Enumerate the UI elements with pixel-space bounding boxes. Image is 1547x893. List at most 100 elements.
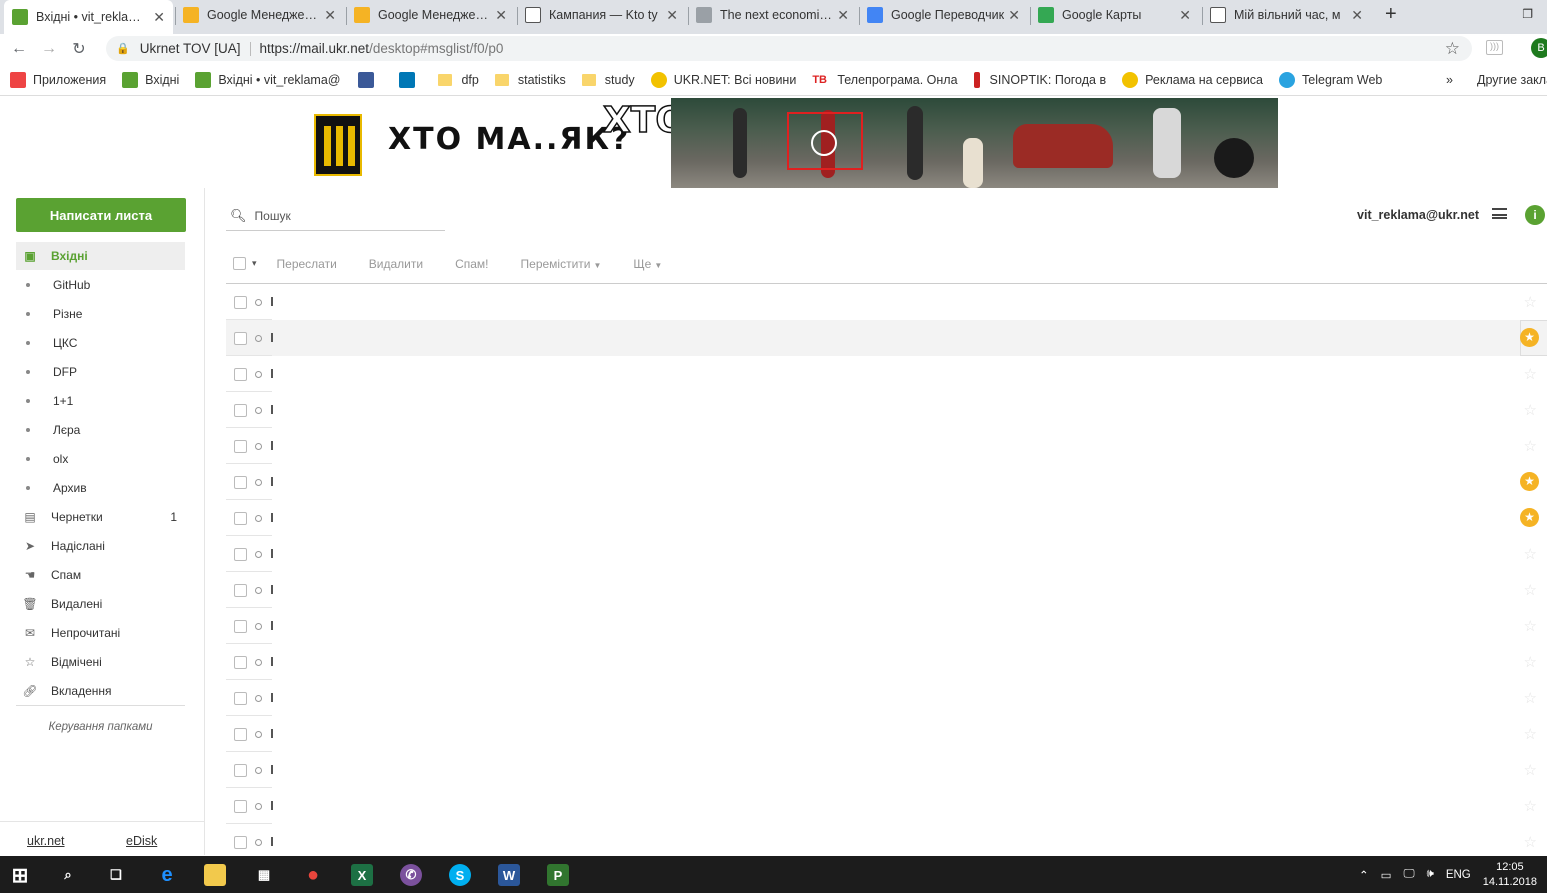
message-row[interactable]: ☆ [226, 284, 1547, 320]
message-row[interactable]: ★ [226, 500, 1547, 536]
message-checkbox[interactable] [234, 512, 247, 525]
message-row[interactable]: ☆ [226, 824, 1547, 860]
compose-button[interactable]: Написати листа [16, 198, 186, 232]
starred-icon[interactable]: ★ [1520, 472, 1539, 491]
bookmark-item[interactable]: dfp [438, 73, 479, 87]
message-checkbox[interactable] [234, 476, 247, 489]
message-row[interactable]: ☆ [226, 752, 1547, 788]
folder-різне[interactable]: Різне [16, 300, 185, 328]
star-icon[interactable]: ☆ [1524, 581, 1537, 599]
action-more-button[interactable]: Ще ▼ [633, 257, 662, 271]
volume-icon[interactable]: 🕪︎ [1427, 868, 1434, 881]
viber-icon[interactable]: ✆ [400, 864, 422, 886]
ukrnet-link[interactable]: ukr.net [27, 834, 65, 848]
message-checkbox[interactable] [234, 764, 247, 777]
bookmark-item[interactable]: study [581, 73, 635, 87]
folder-вкладення[interactable]: 🔗︎ Вкладення [16, 677, 185, 705]
message-checkbox[interactable] [234, 692, 247, 705]
tab-close-icon[interactable]: ✕ [1179, 7, 1191, 24]
excel-icon[interactable]: X [351, 864, 373, 886]
message-row[interactable]: ☆ [226, 356, 1547, 392]
read-status-icon[interactable] [255, 839, 262, 846]
message-row[interactable]: ☆ [226, 716, 1547, 752]
rss-icon[interactable]: ))) [1486, 40, 1503, 55]
message-checkbox[interactable] [234, 728, 247, 741]
back-icon[interactable]: ← [8, 40, 30, 58]
read-status-icon[interactable] [255, 299, 262, 306]
tab-close-icon[interactable]: ✕ [324, 7, 336, 24]
bookmark-item[interactable]: UKR.NET: Всі новини [650, 71, 796, 88]
star-icon[interactable]: ☆ [1524, 797, 1537, 815]
message-checkbox[interactable] [234, 548, 247, 561]
message-row[interactable]: ☆ [226, 680, 1547, 716]
search-box[interactable]: 🔍︎ Пошук [226, 202, 445, 231]
read-status-icon[interactable] [255, 515, 262, 522]
message-row[interactable]: ☆ [226, 572, 1547, 608]
folder-dfp[interactable]: DFP [16, 358, 185, 386]
bookmark-item[interactable]: statistiks [494, 73, 566, 87]
tab-close-icon[interactable]: ✕ [495, 7, 507, 24]
read-status-icon[interactable] [255, 443, 262, 450]
folder-спам[interactable]: ☚ Спам [16, 561, 185, 589]
profile-avatar[interactable]: B [1531, 38, 1547, 58]
action-move-button[interactable]: Перемістити ▼ [521, 257, 602, 271]
browser-tab[interactable]: Вхідні • vit_reklama@ ✕ [4, 0, 173, 34]
tab-close-icon[interactable]: ✕ [837, 7, 849, 24]
star-icon[interactable]: ☆ [1524, 365, 1537, 383]
starred-icon[interactable]: ★ [1520, 508, 1539, 527]
action-forward-button[interactable]: Переслати [277, 257, 337, 271]
read-status-icon[interactable] [255, 803, 262, 810]
edge-icon[interactable]: e [156, 864, 178, 886]
word-icon[interactable]: W [498, 864, 520, 886]
star-icon[interactable]: ☆ [1524, 761, 1537, 779]
read-status-icon[interactable] [255, 551, 262, 558]
bookmark-item[interactable]: SINOPTIK: Погода в [973, 71, 1106, 88]
message-row[interactable]: ☆ [226, 788, 1547, 824]
read-status-icon[interactable] [255, 767, 262, 774]
message-row[interactable]: ☆ [226, 644, 1547, 680]
message-checkbox[interactable] [234, 440, 247, 453]
battery-icon[interactable]: ▭ [1381, 868, 1392, 882]
starred-icon[interactable]: ★ [1520, 328, 1539, 347]
select-dropdown-icon[interactable]: ▾ [252, 258, 257, 269]
bookmarks-overflow-button[interactable]: » [1446, 73, 1453, 87]
folder-відмічені[interactable]: ☆ Відмічені [16, 648, 185, 676]
star-icon[interactable]: ☆ [1524, 653, 1537, 671]
browser-tab[interactable]: The next economic c ✕ [688, 0, 857, 30]
message-row[interactable]: ☆ [226, 536, 1547, 572]
ad-banner[interactable]: ХТО МА..ЯК? ХТО ТИ? [298, 98, 1278, 188]
file-explorer-icon[interactable] [204, 864, 226, 886]
bookmark-item[interactable]: Реклама на сервиса [1122, 71, 1263, 88]
bookmark-item[interactable]: Приложения [10, 71, 106, 88]
project-icon[interactable]: P [547, 864, 569, 886]
folder-лєра[interactable]: Лєра [16, 416, 185, 444]
bookmark-item[interactable] [358, 71, 381, 88]
bookmark-item[interactable]: Вхідні [122, 71, 179, 88]
read-status-icon[interactable] [255, 623, 262, 630]
bookmark-item[interactable]: Telegram Web [1279, 71, 1382, 88]
message-row[interactable]: ☆ [226, 392, 1547, 428]
action-delete-button[interactable]: Видалити [369, 257, 423, 271]
forward-icon[interactable]: → [38, 40, 60, 58]
search-input[interactable]: Пошук [255, 209, 291, 223]
read-status-icon[interactable] [255, 335, 262, 342]
skype-icon[interactable]: S [449, 864, 471, 886]
show-hidden-icons-icon[interactable]: ⌃ [1359, 868, 1369, 882]
message-checkbox[interactable] [234, 620, 247, 633]
task-view-icon[interactable]: ❏ [105, 864, 127, 886]
folder-olx[interactable]: olx [16, 445, 185, 473]
manage-folders-link[interactable]: Керування папками [16, 721, 185, 733]
tab-close-icon[interactable]: ✕ [1351, 7, 1363, 24]
message-row[interactable]: ★ [226, 464, 1547, 500]
address-bar[interactable]: 🔒 Ukrnet TOV [UA] https://mail.ukr.net/d… [106, 36, 1472, 61]
message-checkbox[interactable] [234, 296, 247, 309]
edisk-link[interactable]: eDisk [126, 834, 157, 848]
tab-close-icon[interactable]: ✕ [1008, 7, 1020, 24]
bookmark-item[interactable]: ТВ Телепрограма. Онла [812, 73, 957, 87]
bookmark-star-icon[interactable]: ☆ [1445, 39, 1460, 59]
message-checkbox[interactable] [234, 584, 247, 597]
folder-вхідні[interactable]: ▣ Вхідні [16, 242, 185, 270]
read-status-icon[interactable] [255, 479, 262, 486]
folder-непрочитані[interactable]: ✉ Непрочитані [16, 619, 185, 647]
read-status-icon[interactable] [255, 695, 262, 702]
